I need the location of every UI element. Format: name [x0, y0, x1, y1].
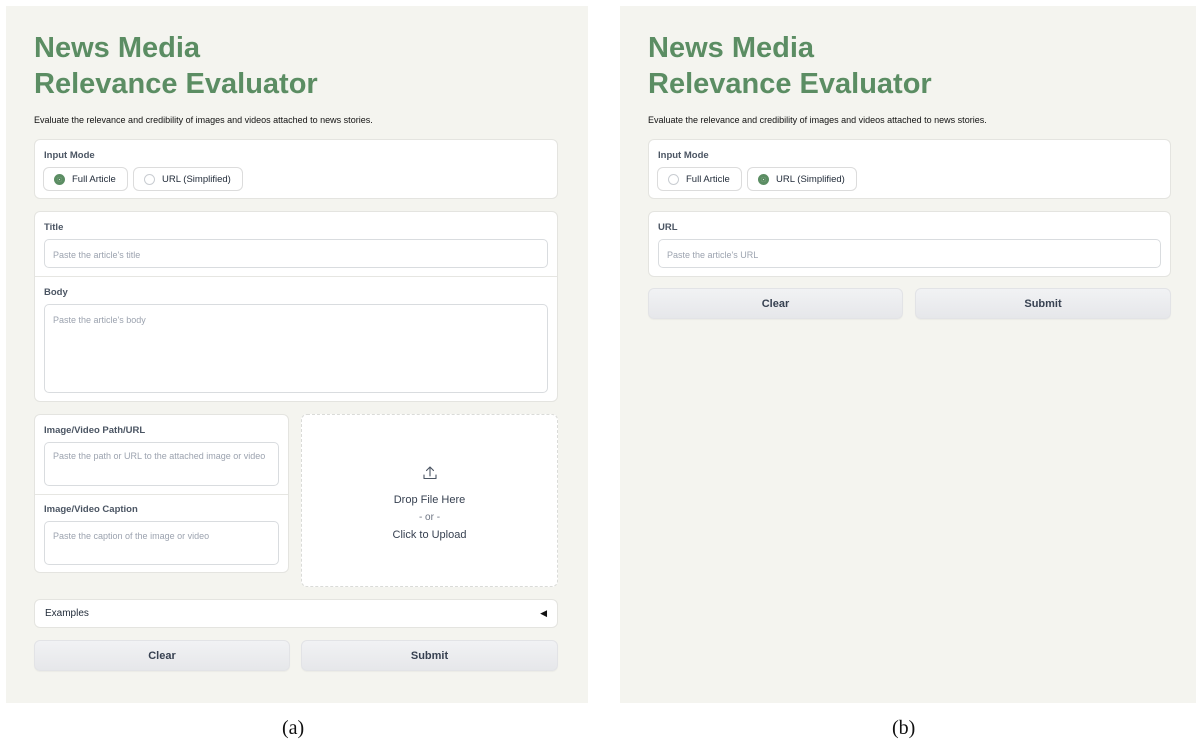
- title-label: Title: [44, 222, 64, 233]
- input-mode-card: Input Mode Full Article URL (Simplified): [34, 139, 558, 199]
- radio-selected-icon: [54, 173, 65, 185]
- submit-button[interactable]: Submit: [301, 640, 558, 671]
- upload-icon: [302, 465, 557, 485]
- input-mode-card: Input Mode Full Article URL (Simplified): [648, 139, 1171, 199]
- app-title-line1: News Media: [648, 32, 814, 64]
- radio-label: Full Article: [72, 173, 116, 185]
- app-description: Evaluate the relevance and credibility o…: [34, 115, 373, 125]
- media-path-input[interactable]: Paste the path or URL to the attached im…: [44, 442, 279, 486]
- figure-caption-b: (b): [892, 717, 916, 739]
- media-caption-label: Image/Video Caption: [44, 504, 138, 515]
- triangle-left-icon: ◀: [540, 608, 547, 618]
- radio-full-article[interactable]: Full Article: [43, 167, 128, 191]
- app-title: News Media Relevance Evaluator: [34, 30, 318, 102]
- body-label: Body: [44, 287, 68, 298]
- app-description: Evaluate the relevance and credibility o…: [648, 115, 987, 125]
- app-title: News Media Relevance Evaluator: [648, 30, 932, 102]
- radio-url-simplified[interactable]: URL (Simplified): [133, 167, 243, 191]
- radio-label: URL (Simplified): [776, 173, 845, 185]
- url-label: URL: [658, 222, 678, 233]
- radio-unselected-icon: [668, 173, 679, 185]
- drop-file-text: Drop File Here: [393, 494, 466, 506]
- radio-label: Full Article: [686, 173, 730, 185]
- app-title-line1: News Media: [34, 32, 200, 64]
- divider: [35, 494, 288, 495]
- app-title-line2: Relevance Evaluator: [34, 68, 318, 100]
- input-mode-label: Input Mode: [44, 150, 95, 161]
- divider: [35, 276, 557, 277]
- or-separator: - or -: [418, 512, 441, 523]
- radio-url-simplified[interactable]: URL (Simplified): [747, 167, 857, 191]
- figure-caption-a: (a): [282, 717, 305, 739]
- panel-url-mode: News Media Relevance Evaluator Evaluate …: [620, 6, 1196, 703]
- file-upload-dropzone[interactable]: Drop File Here - or - Click to Upload: [301, 414, 558, 587]
- media-card: Image/Video Path/URL Paste the path or U…: [34, 414, 289, 573]
- radio-label: URL (Simplified): [162, 173, 231, 185]
- radio-unselected-icon: [144, 173, 155, 185]
- radio-selected-icon: [758, 173, 769, 185]
- input-mode-label: Input Mode: [658, 150, 709, 161]
- clear-button[interactable]: Clear: [648, 288, 903, 319]
- submit-button[interactable]: Submit: [915, 288, 1171, 319]
- media-caption-input[interactable]: Paste the caption of the image or video: [44, 521, 279, 565]
- examples-accordion[interactable]: Examples ◀: [34, 599, 558, 628]
- radio-full-article[interactable]: Full Article: [657, 167, 742, 191]
- body-textarea[interactable]: Paste the article's body: [44, 304, 548, 393]
- url-card: URL Paste the article's URL: [648, 211, 1171, 277]
- click-to-upload-text: Click to Upload: [392, 529, 467, 541]
- media-path-label: Image/Video Path/URL: [44, 425, 146, 436]
- examples-label: Examples: [45, 608, 89, 619]
- clear-button[interactable]: Clear: [34, 640, 290, 671]
- title-input[interactable]: Paste the article's title: [44, 239, 548, 268]
- panel-full-article: News Media Relevance Evaluator Evaluate …: [6, 6, 588, 703]
- url-input[interactable]: Paste the article's URL: [658, 239, 1161, 268]
- article-card: Title Paste the article's title Body Pas…: [34, 211, 558, 402]
- app-title-line2: Relevance Evaluator: [648, 68, 932, 100]
